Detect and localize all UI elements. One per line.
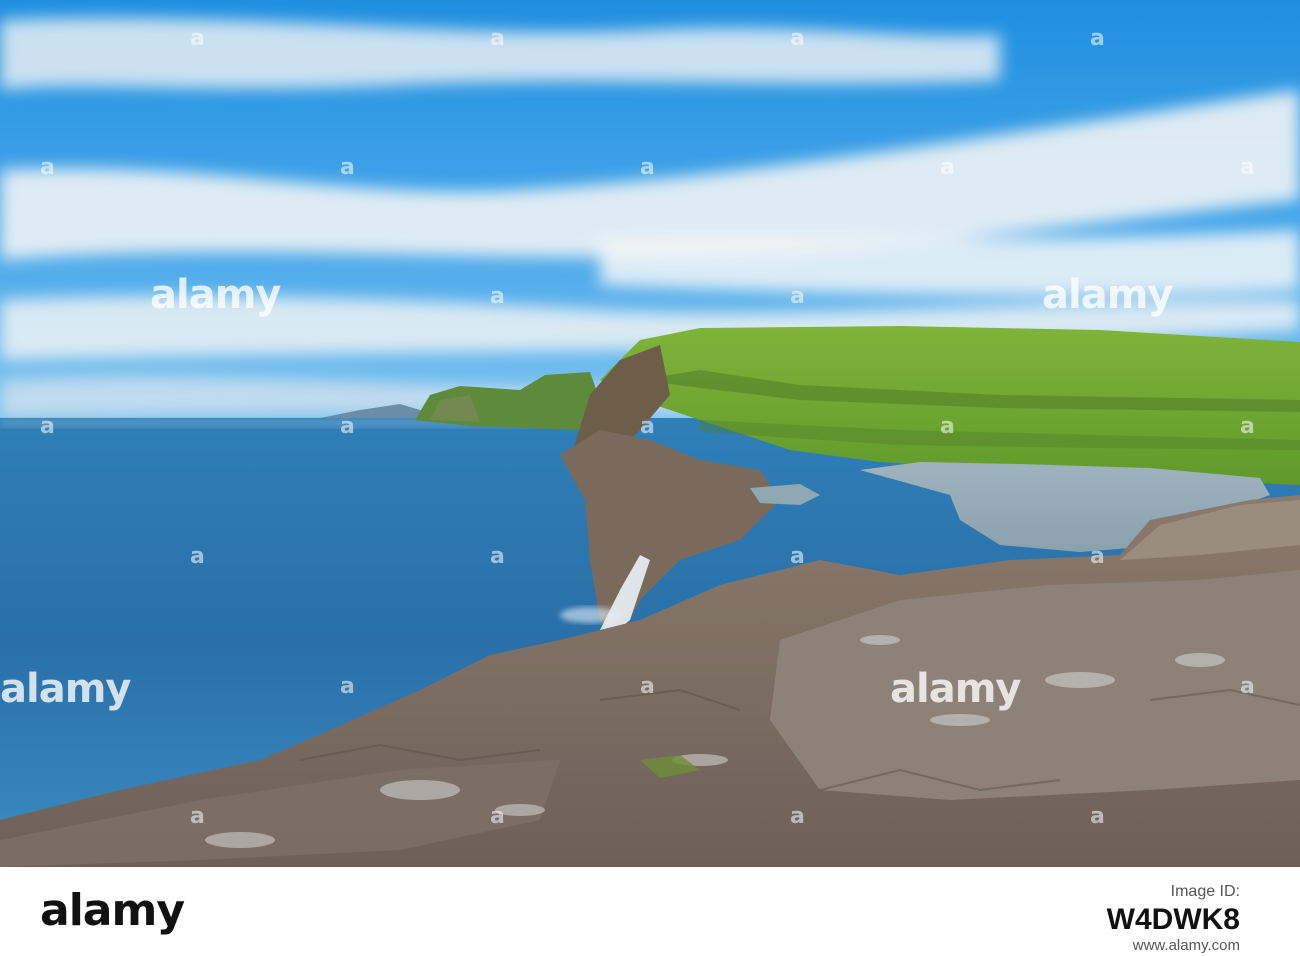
watermark-mark: a xyxy=(940,155,955,180)
watermark-mark: a xyxy=(490,804,505,829)
image-id-label: Image ID: xyxy=(1170,883,1240,900)
watermark-mark: a xyxy=(190,544,205,569)
watermark-mark: a xyxy=(640,414,655,439)
watermark-mark: a xyxy=(490,544,505,569)
watermark-mark: a xyxy=(1090,544,1105,569)
watermark-mark: a xyxy=(640,674,655,699)
watermark: alamy xyxy=(890,666,1021,712)
landscape-photo: alamy alamy alamy alamy a a a a a a a a … xyxy=(0,0,1300,867)
watermark-mark: a xyxy=(790,804,805,829)
watermark-mark: a xyxy=(790,544,805,569)
watermark-mark: a xyxy=(40,155,55,180)
watermark-mark: a xyxy=(640,155,655,180)
watermark-mark: a xyxy=(790,26,805,51)
watermark-mark: a xyxy=(40,414,55,439)
watermark: alamy xyxy=(1042,272,1173,318)
site-url: www.alamy.com xyxy=(1132,937,1240,954)
watermark-mark: a xyxy=(190,804,205,829)
watermark-mark: a xyxy=(340,155,355,180)
footer-bar: alamy Image ID: W4DWK8 www.alamy.com xyxy=(0,867,1300,956)
watermark: alamy xyxy=(0,666,131,712)
watermark-mark: a xyxy=(790,284,805,309)
watermark-mark: a xyxy=(340,414,355,439)
watermark-mark: a xyxy=(490,26,505,51)
watermark-mark: a xyxy=(1240,414,1255,439)
watermark-mark: a xyxy=(190,26,205,51)
watermark-mark: a xyxy=(340,674,355,699)
image-meta: Image ID: W4DWK8 www.alamy.com xyxy=(1107,883,1240,954)
watermark-mark: a xyxy=(1240,674,1255,699)
watermark: alamy xyxy=(150,272,281,318)
watermark-mark: a xyxy=(940,414,955,439)
image-id: W4DWK8 xyxy=(1106,903,1240,936)
watermark-mark: a xyxy=(1240,155,1255,180)
watermark-mark: a xyxy=(490,284,505,309)
watermark-mark: a xyxy=(1090,26,1105,51)
watermark-mark: a xyxy=(1090,804,1105,829)
brand-logo: alamy xyxy=(40,885,185,936)
